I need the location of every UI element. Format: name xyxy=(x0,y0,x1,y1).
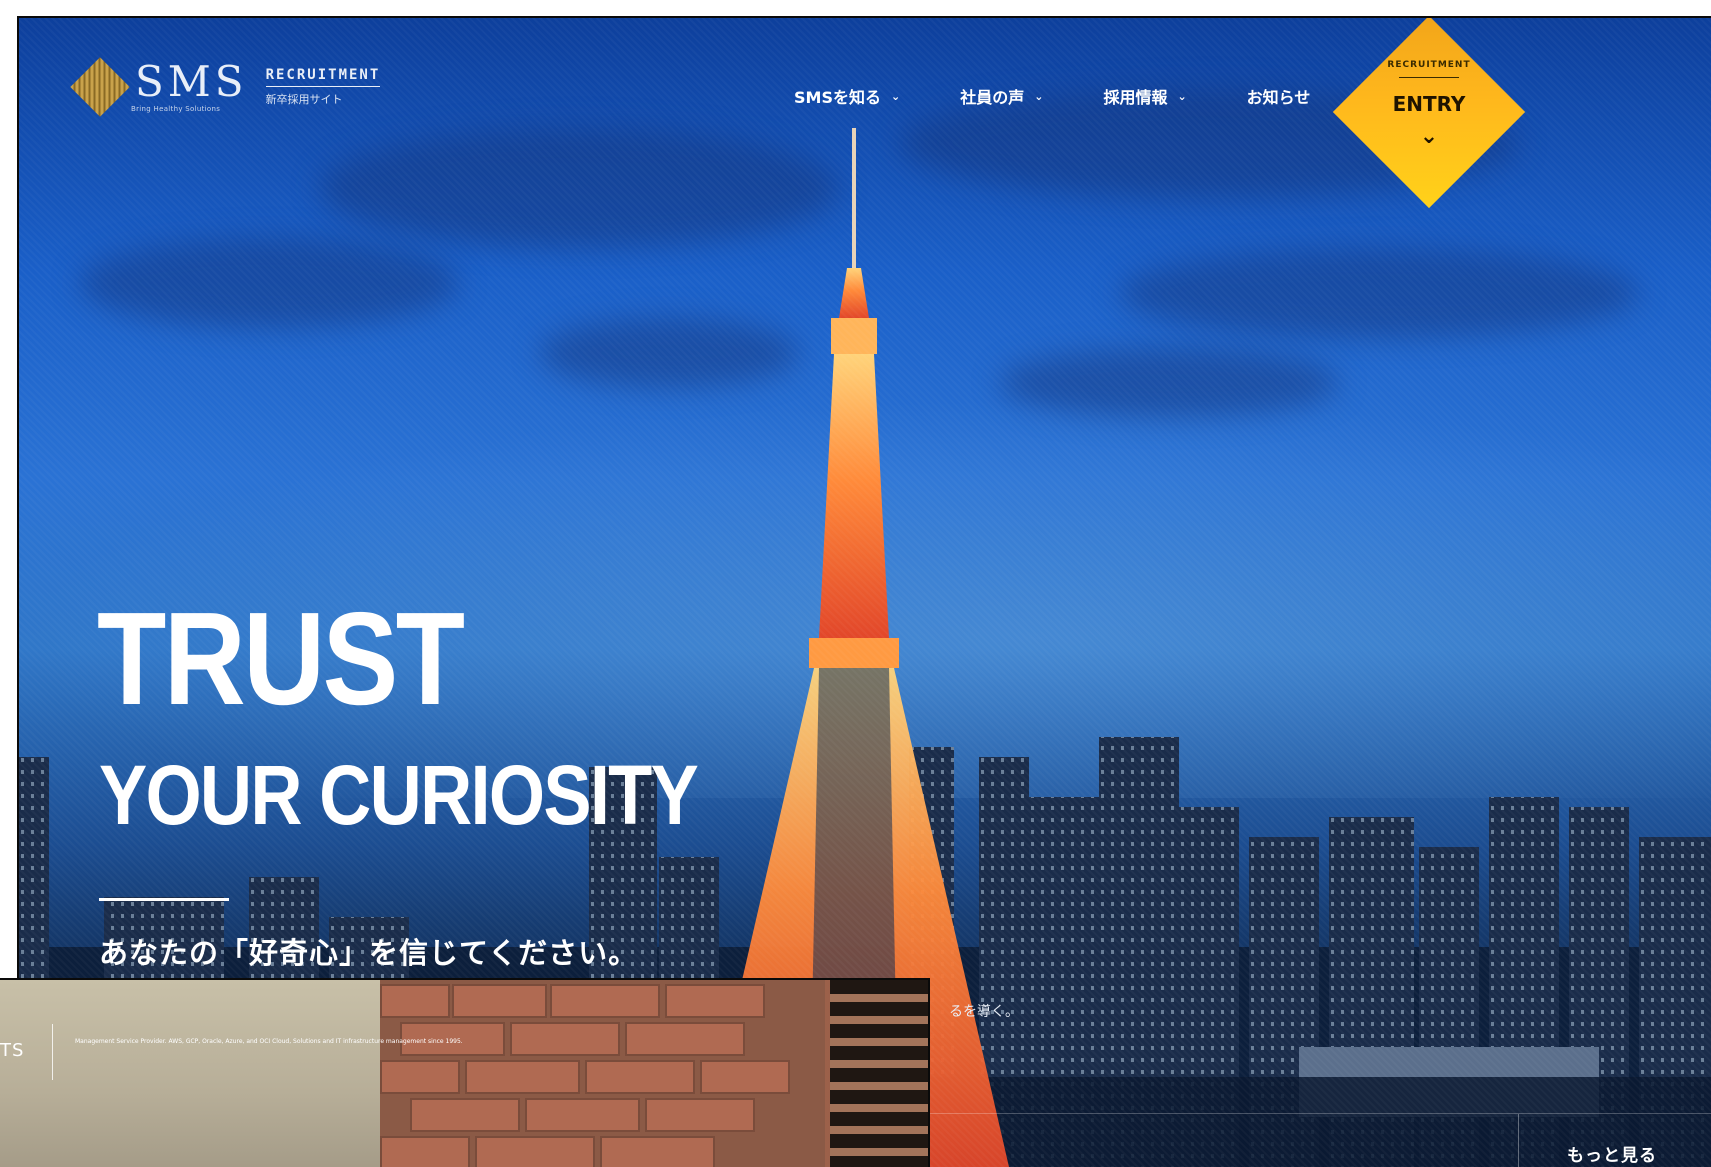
chevron-down-icon: ⌄ xyxy=(1419,124,1439,149)
nav-item-recruiting-info[interactable]: 採用情報 ⌄ xyxy=(1103,84,1186,108)
overlay-label: TS xyxy=(0,1040,25,1061)
chevron-down-icon: ⌄ xyxy=(1177,89,1187,103)
more-separator xyxy=(1518,1114,1519,1167)
cloud xyxy=(1119,248,1639,338)
chevron-down-icon: ⌄ xyxy=(890,89,901,103)
logo-tagline: Bring Healthy Solutions xyxy=(131,105,221,113)
recruitment-label: RECRUITMENT xyxy=(265,67,381,87)
hero-headline-trust: TRUST xyxy=(97,585,465,732)
nav-item-label: 採用情報 xyxy=(1103,88,1168,107)
hero-subcopy: あなたの「好奇心」を信じてください。 xyxy=(99,936,639,970)
hero-rule xyxy=(99,898,229,901)
more-divider xyxy=(919,1113,1711,1114)
striped-panel xyxy=(830,980,928,1167)
nav-item-label: SMSを知る xyxy=(794,88,881,107)
nav-item-about-sms[interactable]: SMSを知る ⌄ xyxy=(794,84,900,108)
cloud xyxy=(79,238,459,328)
logo-wordmark: SMS xyxy=(135,57,248,106)
see-more-link[interactable]: もっと見る xyxy=(1567,1141,1657,1167)
chevron-down-icon: ⌄ xyxy=(1034,89,1044,103)
hero-headline-curiosity: YOUR CURIOSITY xyxy=(99,748,699,842)
entry-divider xyxy=(1399,77,1459,78)
entry-label: ENTRY xyxy=(1392,92,1466,116)
nav-item-employee-voices[interactable]: 社員の声 ⌄ xyxy=(960,84,1043,108)
hero-partial-text: るを導く。 xyxy=(949,1004,1019,1020)
site-logo[interactable]: SMS Bring Healthy Solutions RECRUITMENT … xyxy=(69,56,381,118)
site-name: 新卒採用サイト xyxy=(265,93,343,106)
nav-item-news[interactable]: お知らせ xyxy=(1247,84,1311,108)
nav-item-label: 社員の声 xyxy=(960,88,1025,107)
brick-wall xyxy=(380,980,825,1167)
overlay-description: Management Service Provider. AWS, GCP, O… xyxy=(75,1038,463,1045)
cloud xyxy=(319,128,839,248)
logo-diamond-icon xyxy=(69,56,131,118)
entry-subtitle: RECRUITMENT xyxy=(1387,60,1471,70)
nav-item-label: お知らせ xyxy=(1246,88,1311,107)
overlay-window[interactable]: TS Management Service Provider. AWS, GCP… xyxy=(0,978,930,1167)
overlay-separator xyxy=(52,1024,53,1080)
cloud xyxy=(539,318,799,388)
wood-background xyxy=(0,980,400,1167)
global-nav: SMSを知る ⌄ 社員の声 ⌄ 採用情報 ⌄ お知らせ xyxy=(794,84,1310,108)
entry-button[interactable]: RECRUITMENT ENTRY ⌄ xyxy=(1332,18,1526,209)
